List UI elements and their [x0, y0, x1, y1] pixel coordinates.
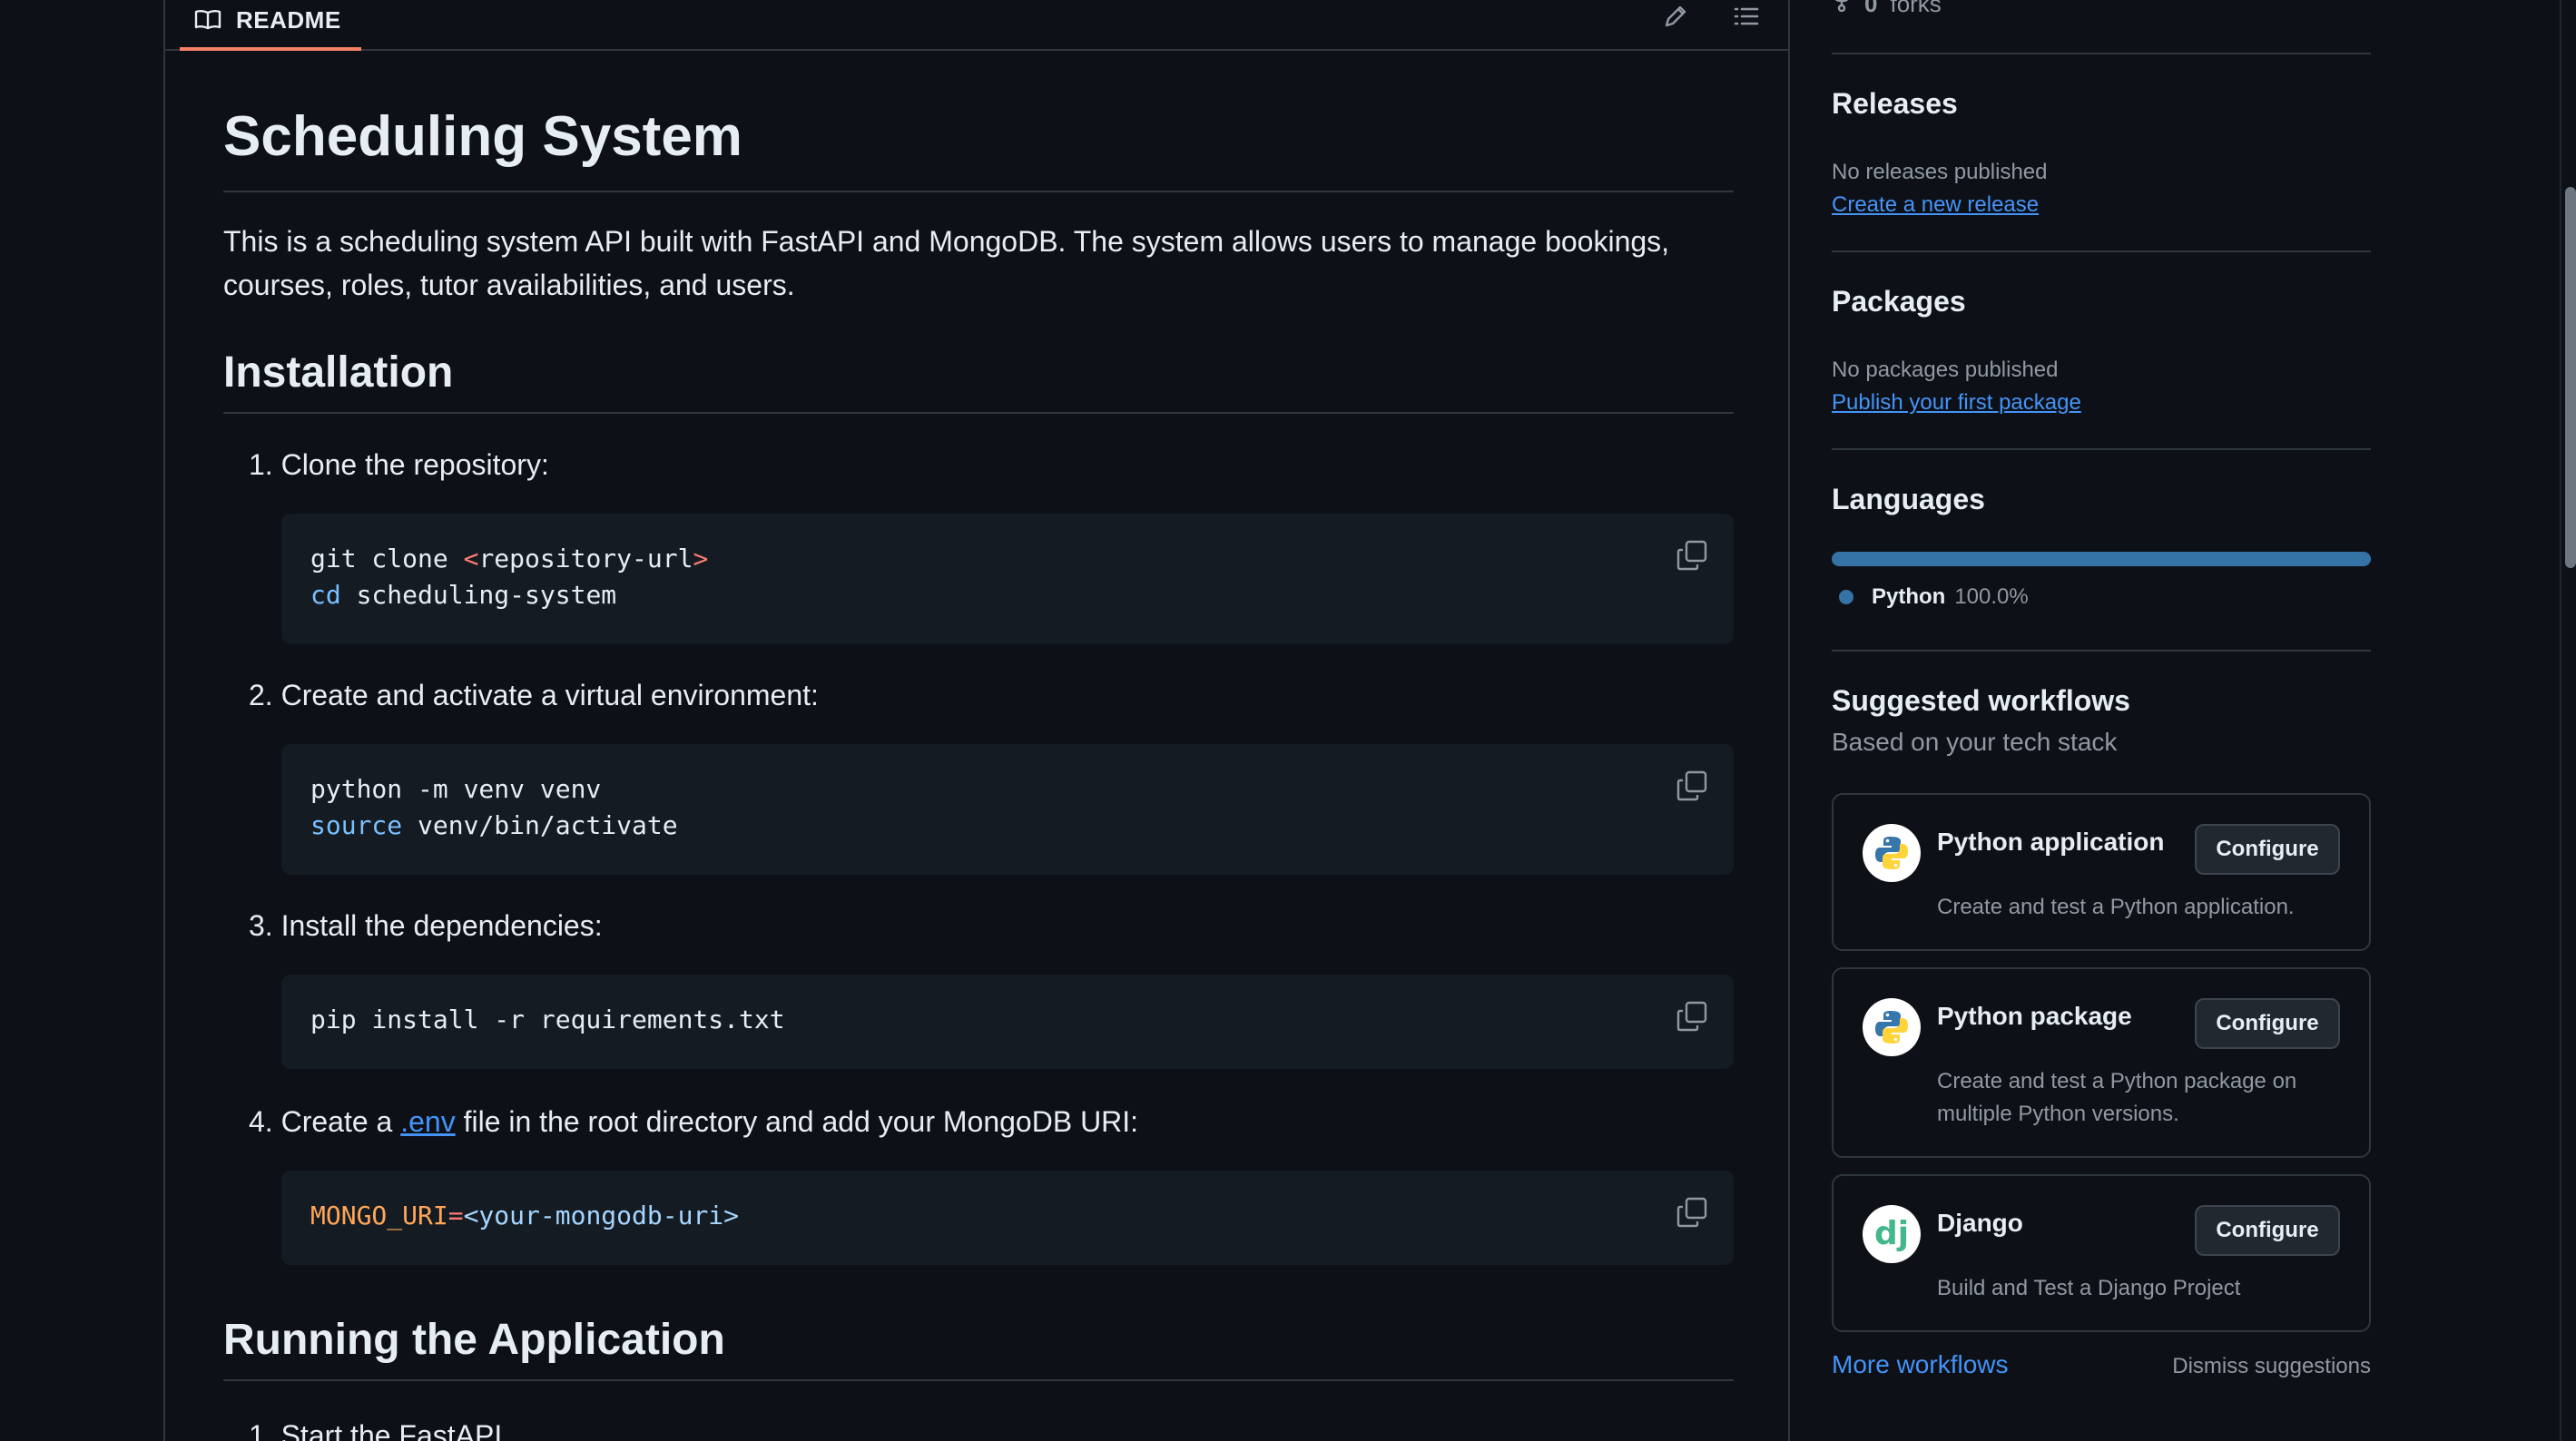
- code-line: git clone <repository-url>: [310, 541, 1705, 577]
- copy-icon[interactable]: [1676, 539, 1708, 572]
- configure-button[interactable]: Configure: [2195, 824, 2340, 875]
- outline-list-icon[interactable]: [1728, 0, 1765, 34]
- forks-label: forks: [1890, 0, 1942, 17]
- env-file-link[interactable]: .env: [400, 1105, 455, 1138]
- code-line: python -m venv venv: [310, 771, 1705, 808]
- code-line: MONGO_URI=<your-mongodb-uri>: [310, 1198, 1705, 1234]
- languages-heading: Languages: [1832, 483, 1985, 515]
- step-1-label: 1. Clone the repository:: [249, 448, 549, 481]
- workflow-description: Create and test a Python package on mult…: [1937, 1069, 2297, 1126]
- forks-count: 0: [1864, 0, 1878, 17]
- suggested-workflows-subheading: Based on your tech stack: [1832, 728, 2118, 756]
- readme-tab-label: README: [236, 5, 341, 34]
- fork-icon: [1832, 0, 1852, 19]
- step-4-label-pre: 4. Create a: [249, 1105, 401, 1138]
- code-block-clone: git clone <repository-url> cd scheduling-…: [281, 514, 1734, 644]
- code-token: venv/bin/activate: [402, 810, 678, 840]
- no-packages-text: No packages published: [1832, 358, 2059, 382]
- code-token: git clone: [310, 544, 464, 573]
- language-percent: 100.0%: [1954, 584, 2029, 609]
- repo-sidebar: 0 forks Releases No releases published C…: [1832, 0, 2371, 1441]
- code-line: source venv/bin/activate: [310, 808, 1705, 844]
- no-releases-text: No releases published: [1832, 160, 2048, 184]
- publish-package-link[interactable]: Publish your first package: [1832, 390, 2081, 416]
- code-token: pip install -r requirements.txt: [310, 1005, 785, 1034]
- language-color-dot: [1839, 590, 1853, 604]
- language-item-python[interactable]: Python 100.0%: [1839, 584, 2029, 610]
- divider: [1832, 250, 2371, 252]
- step-start-partial: 1. Start the FastAPI...: [249, 1419, 526, 1441]
- step-2-label: 2. Create and activate a virtual environ…: [249, 679, 819, 711]
- readme-panel: README Scheduling System This is a sched…: [163, 0, 1790, 1441]
- workflow-card: Python package Create and test a Python …: [1832, 967, 2371, 1158]
- divider: [1832, 53, 2371, 54]
- code-token: MONGO_URI: [310, 1201, 448, 1230]
- divider: [1832, 650, 2371, 652]
- code-token: <: [463, 544, 479, 573]
- releases-heading[interactable]: Releases: [1832, 87, 1958, 121]
- step-3-label: 3. Install the dependencies:: [249, 909, 603, 942]
- django-logo-icon: dj: [1863, 1205, 1921, 1263]
- copy-icon[interactable]: [1676, 770, 1708, 802]
- packages-heading[interactable]: Packages: [1832, 285, 1966, 319]
- step-4-label: 4. Create a .env file in the root direct…: [249, 1103, 1138, 1140]
- book-icon: [194, 9, 221, 31]
- more-workflows-link[interactable]: More workflows: [1832, 1350, 2008, 1379]
- code-token: scheduling-system: [340, 580, 617, 610]
- python-logo-icon: [1863, 824, 1921, 882]
- code-block-pip: pip install -r requirements.txt: [281, 975, 1734, 1069]
- step-4-label-post: file in the root directory and add your …: [455, 1105, 1139, 1138]
- code-token: =: [447, 1201, 464, 1230]
- code-token: >: [693, 544, 709, 573]
- code-token: source: [310, 810, 403, 840]
- running-heading: Running the Application: [223, 1314, 1734, 1381]
- workflow-card: Python application Create and test a Pyt…: [1832, 793, 2371, 951]
- edit-pencil-icon[interactable]: [1657, 0, 1694, 34]
- configure-button[interactable]: Configure: [2195, 998, 2340, 1049]
- workflow-description: Create and test a Python application.: [1937, 895, 2295, 919]
- installation-heading: Installation: [223, 347, 1734, 414]
- language-bar: [1832, 552, 2371, 566]
- code-line: pip install -r requirements.txt: [310, 1002, 1705, 1038]
- code-token: repository-url: [478, 544, 693, 573]
- readme-title: Scheduling System: [223, 103, 1734, 193]
- workflow-card: dj Django Build and Test a Django Projec…: [1832, 1174, 2371, 1332]
- python-logo-icon: [1863, 998, 1921, 1056]
- scrollbar-thumb[interactable]: [2565, 187, 2576, 568]
- code-block-venv: python -m venv venv source venv/bin/activ…: [281, 744, 1734, 875]
- readme-intro: This is a scheduling system API built wi…: [223, 225, 1670, 301]
- code-block-env: MONGO_URI=<your-mongodb-uri>: [281, 1171, 1734, 1265]
- workflow-title[interactable]: Python application: [1937, 828, 2164, 857]
- workflow-description: Build and Test a Django Project: [1937, 1276, 2241, 1300]
- configure-button[interactable]: Configure: [2195, 1205, 2340, 1256]
- code-line: cd scheduling-system: [310, 577, 1705, 613]
- copy-icon[interactable]: [1676, 1000, 1708, 1033]
- code-token: cd: [310, 580, 341, 610]
- create-release-link[interactable]: Create a new release: [1832, 192, 2039, 218]
- suggested-workflows-heading: Suggested workflows: [1832, 684, 2130, 717]
- copy-icon[interactable]: [1676, 1196, 1708, 1229]
- readme-tab[interactable]: README: [180, 0, 361, 51]
- workflow-title[interactable]: Python package: [1937, 1002, 2132, 1031]
- forks-stat[interactable]: 0 forks: [1832, 0, 1942, 19]
- code-token: <your-mongodb-uri>: [463, 1201, 740, 1230]
- divider: [1832, 448, 2371, 450]
- readme-header: README: [165, 0, 1788, 51]
- code-token: python -m venv venv: [310, 774, 602, 804]
- workflow-title[interactable]: Django: [1937, 1209, 2023, 1238]
- language-name: Python: [1872, 584, 1946, 609]
- dismiss-suggestions-button[interactable]: Dismiss suggestions: [2172, 1354, 2371, 1379]
